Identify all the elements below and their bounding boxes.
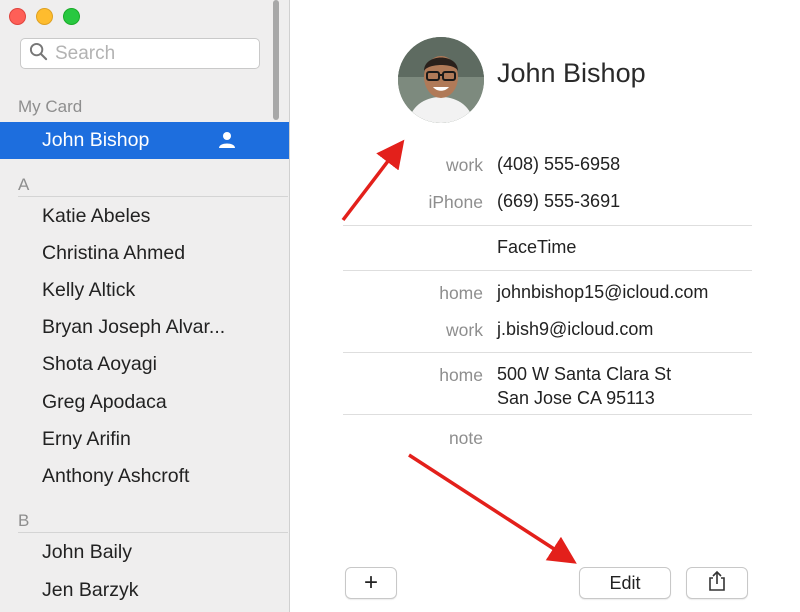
section-divider xyxy=(343,414,752,415)
my-card-header: My Card xyxy=(18,97,83,116)
zoom-window-button[interactable] xyxy=(63,8,80,25)
phone-iphone-label[interactable]: iPhone xyxy=(290,192,484,213)
me-card-icon xyxy=(218,131,236,155)
window-controls xyxy=(9,8,80,25)
contact-full-name: John Bishop xyxy=(497,58,646,88)
group-divider xyxy=(18,196,288,197)
edit-button[interactable]: Edit xyxy=(579,567,671,599)
contacts-sidebar: My Card John Bishop A Katie Abeles Chris… xyxy=(0,0,290,612)
contact-name: John Bishop xyxy=(42,129,150,151)
group-header-b: B xyxy=(18,511,30,530)
contact-row[interactable]: Shota Aoyagi xyxy=(0,346,289,383)
group-header-a: A xyxy=(18,175,30,194)
email-home-label[interactable]: home xyxy=(290,283,483,304)
address-line-2[interactable]: San Jose CA 95113 xyxy=(497,386,655,410)
section-divider xyxy=(343,352,752,353)
contact-name: Greg Apodaca xyxy=(42,391,167,413)
email-work-value[interactable]: j.bish9@icloud.com xyxy=(497,317,653,341)
share-button[interactable] xyxy=(686,567,748,599)
phone-work-label[interactable]: work xyxy=(290,155,483,176)
group-divider xyxy=(18,532,288,533)
contact-row[interactable]: Anthony Ashcroft xyxy=(0,458,289,495)
contact-row[interactable]: Erny Arifin xyxy=(0,421,289,458)
contact-name: Kelly Altick xyxy=(42,279,136,301)
contact-name: Anthony Ashcroft xyxy=(42,465,190,487)
contact-detail-pane: John Bishop work (408) 555-6958 iPhone (… xyxy=(290,0,800,612)
contact-name: Christina Ahmed xyxy=(42,242,186,264)
contact-name: Bryan Joseph Alvar... xyxy=(42,316,226,338)
address-line-1[interactable]: 500 W Santa Clara St xyxy=(497,362,671,386)
address-home-label[interactable]: home xyxy=(290,365,483,386)
contact-row[interactable]: Bryan Joseph Alvar... xyxy=(0,309,289,346)
contact-row[interactable]: John Baily xyxy=(0,534,289,571)
sidebar-scrollbar[interactable] xyxy=(273,0,279,120)
email-work-label[interactable]: work xyxy=(290,320,483,341)
add-field-button[interactable]: + xyxy=(345,567,397,599)
phone-work-value[interactable]: (408) 555-6958 xyxy=(497,152,620,176)
email-home-value[interactable]: johnbishop15@icloud.com xyxy=(497,280,708,304)
section-divider xyxy=(343,270,752,271)
close-window-button[interactable] xyxy=(9,8,26,25)
facetime-link[interactable]: FaceTime xyxy=(497,235,576,259)
section-divider xyxy=(343,225,752,226)
contact-row[interactable]: Greg Apodaca xyxy=(0,384,289,421)
contact-row[interactable]: Christina Ahmed xyxy=(0,235,289,272)
contact-name: John Baily xyxy=(42,541,132,563)
contact-name: Shota Aoyagi xyxy=(42,353,157,375)
contact-row[interactable]: Jen Barzyk xyxy=(0,572,289,609)
note-label[interactable]: note xyxy=(290,428,483,449)
share-icon xyxy=(707,570,727,597)
search-icon xyxy=(29,42,48,66)
phone-iphone-value[interactable]: (669) 555-3691 xyxy=(497,189,620,213)
contact-row[interactable]: Kelly Altick xyxy=(0,272,289,309)
minimize-window-button[interactable] xyxy=(36,8,53,25)
avatar[interactable] xyxy=(398,37,484,123)
contact-name: Katie Abeles xyxy=(42,205,151,227)
contact-name: Jen Barzyk xyxy=(42,579,139,601)
search-field[interactable] xyxy=(20,38,260,69)
search-input[interactable] xyxy=(55,42,255,65)
contact-name: Erny Arifin xyxy=(42,428,131,450)
contact-row-selected[interactable]: John Bishop xyxy=(0,122,289,159)
contact-row[interactable]: Katie Abeles xyxy=(0,198,289,235)
